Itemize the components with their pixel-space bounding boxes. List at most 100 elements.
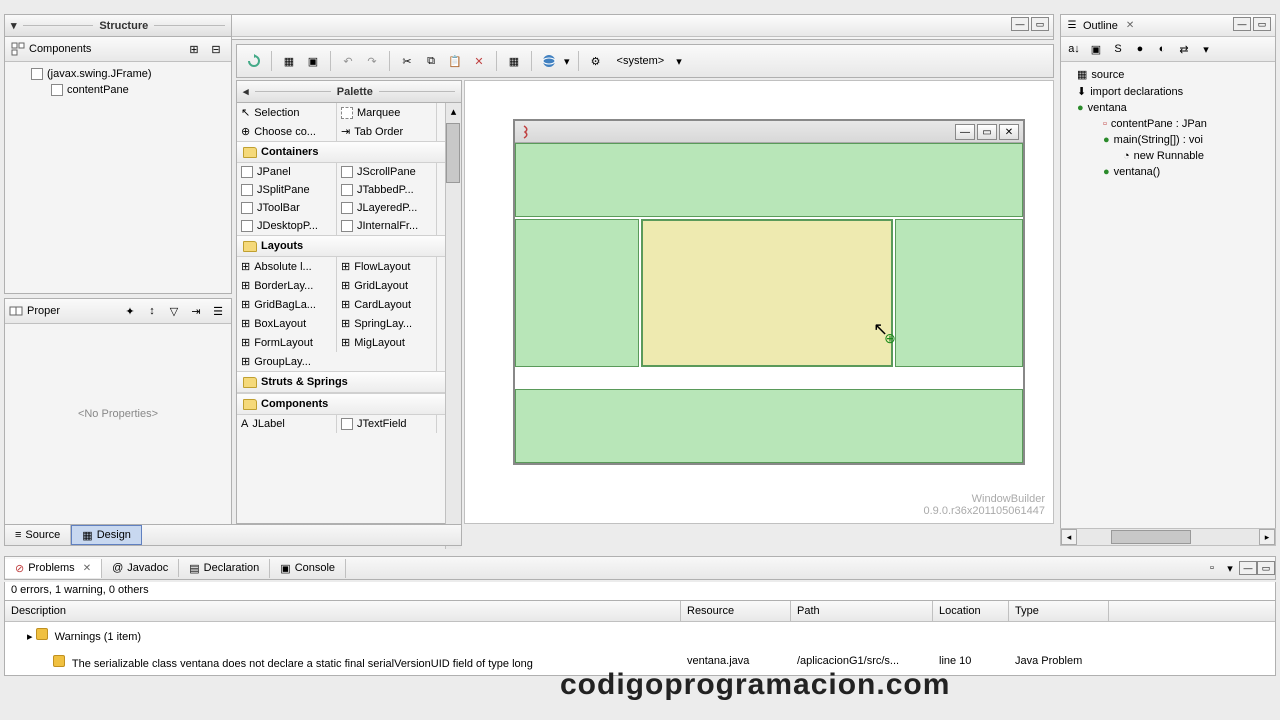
region-north[interactable]	[515, 143, 1023, 217]
tree-item-contentpane[interactable]: contentPane	[11, 82, 225, 98]
region-south[interactable]	[515, 389, 1023, 463]
copy-icon[interactable]: ⧉	[422, 52, 440, 70]
outline-item-runnable[interactable]: ◔new Runnable	[1065, 148, 1271, 164]
maximize-icon[interactable]: ▭	[1253, 17, 1271, 31]
outline-local-icon[interactable]: ◐	[1153, 40, 1171, 58]
minimize-icon[interactable]: —	[1239, 561, 1257, 575]
prop-menu-icon[interactable]: ☰	[209, 302, 227, 320]
dropdown-arrow-icon[interactable]: ▾	[564, 55, 570, 68]
tab-declaration[interactable]: ▤ Declaration	[179, 559, 270, 578]
palette-group-layouts[interactable]: Layouts	[237, 235, 461, 257]
palette-arrow-icon[interactable]: ◂	[243, 85, 249, 98]
tab-console[interactable]: ▣ Console	[270, 559, 346, 578]
palette-cardlayout[interactable]: ⊞CardLayout	[337, 295, 437, 314]
palette-jsplitpane[interactable]: JSplitPane	[237, 181, 337, 199]
outline-menu-icon[interactable]: ▾	[1197, 40, 1215, 58]
design-close-button[interactable]: ✕	[999, 124, 1019, 140]
palette-jtoolbar[interactable]: JToolBar	[237, 199, 337, 217]
expand-icon[interactable]: ▸	[27, 631, 33, 643]
collapse-icon[interactable]: ▾	[11, 19, 17, 32]
outline-item-contentpane[interactable]: ▫contentPane : JPan	[1065, 116, 1271, 132]
region-center[interactable]: ↖	[641, 219, 893, 367]
prop-sort-icon[interactable]: ↕	[143, 302, 161, 320]
redo-icon[interactable]: ↷	[363, 52, 381, 70]
design-content-pane[interactable]: ↖	[515, 143, 1023, 463]
col-description[interactable]: Description	[5, 601, 681, 621]
palette-grouplayout[interactable]: ⊞GroupLay...	[237, 352, 437, 371]
scroll-thumb[interactable]	[1111, 530, 1191, 544]
palette-jlabel[interactable]: AJLabel	[237, 415, 337, 433]
palette-group-containers[interactable]: Containers	[237, 141, 461, 163]
maximize-icon[interactable]: ▭	[1257, 561, 1275, 575]
palette-springlayout[interactable]: ⊞SpringLay...	[337, 314, 437, 333]
palette-jlayeredpane[interactable]: JLayeredP...	[337, 199, 437, 217]
outline-fields-icon[interactable]: ▣	[1087, 40, 1105, 58]
design-canvas[interactable]: Center — ▭ ✕ ↖ WindowBuilder	[464, 80, 1054, 524]
palette-jdesktoppane[interactable]: JDesktopP...	[237, 217, 337, 235]
palette-gridbaglayout[interactable]: ⊞GridBagLa...	[237, 295, 337, 314]
palette-group-struts[interactable]: Struts & Springs	[237, 371, 461, 393]
design-minimize-button[interactable]: —	[955, 124, 975, 140]
palette-choose[interactable]: ⊕Choose co...	[237, 122, 337, 141]
warnings-group-row[interactable]: ▸ Warnings (1 item)	[5, 622, 1275, 649]
outline-public-icon[interactable]: ●	[1131, 40, 1149, 58]
palette-jinternalframe[interactable]: JInternalFr...	[337, 217, 437, 235]
close-icon[interactable]: ✕	[83, 563, 91, 574]
outline-sort-icon[interactable]: a↓	[1065, 40, 1083, 58]
design-maximize-button[interactable]: ▭	[977, 124, 997, 140]
outline-item-imports[interactable]: ⬇import declarations	[1065, 83, 1271, 100]
palette-jtabbedpane[interactable]: JTabbedP...	[337, 181, 437, 199]
col-path[interactable]: Path	[791, 601, 933, 621]
scroll-up-icon[interactable]: ▴	[446, 103, 461, 119]
palette-tab-order[interactable]: ⇥Tab Order	[337, 122, 437, 141]
close-icon[interactable]: ✕	[1126, 20, 1134, 31]
refresh-icon[interactable]	[245, 52, 263, 70]
outline-hscrollbar[interactable]: ◂ ▸	[1060, 528, 1276, 546]
col-resource[interactable]: Resource	[681, 601, 791, 621]
scroll-thumb[interactable]	[446, 123, 460, 183]
expand-all-icon[interactable]: ⊞	[185, 40, 203, 58]
region-east[interactable]	[895, 219, 1023, 367]
palette-miglayout[interactable]: ⊞MigLayout	[337, 333, 437, 352]
outline-static-icon[interactable]: S	[1109, 40, 1127, 58]
dropdown-arrow-icon[interactable]: ▾	[676, 55, 682, 68]
outline-item-main[interactable]: ●main(String[]) : voi	[1065, 132, 1271, 148]
col-location[interactable]: Location	[933, 601, 1009, 621]
col-type[interactable]: Type	[1009, 601, 1109, 621]
palette-boxlayout[interactable]: ⊞BoxLayout	[237, 314, 337, 333]
tree-item-jframe[interactable]: (javax.swing.JFrame)	[11, 66, 225, 82]
test-icon[interactable]: ▦	[280, 52, 298, 70]
collapse-all-icon[interactable]: ⊟	[207, 40, 225, 58]
region-west[interactable]	[515, 219, 639, 367]
design-jframe[interactable]: — ▭ ✕ ↖	[513, 119, 1025, 465]
view-menu-icon[interactable]: ▫	[1203, 559, 1221, 577]
parse-icon[interactable]: ▦	[505, 52, 523, 70]
maximize-icon[interactable]: ▭	[1031, 17, 1049, 31]
delete-icon[interactable]: ✕	[470, 52, 488, 70]
prop-goto-icon[interactable]: ⇥	[187, 302, 205, 320]
scroll-right-icon[interactable]: ▸	[1259, 529, 1275, 545]
dropdown-icon[interactable]: ▾	[1221, 559, 1239, 577]
outline-link-icon[interactable]: ⇄	[1175, 40, 1193, 58]
palette-gridlayout[interactable]: ⊞GridLayout	[337, 276, 437, 295]
paste-icon[interactable]: 📋	[446, 52, 464, 70]
palette-jpanel[interactable]: JPanel	[237, 163, 337, 181]
system-dropdown[interactable]: <system>	[611, 55, 671, 67]
palette-jtextfield[interactable]: JTextField	[337, 415, 437, 433]
palette-formlayout[interactable]: ⊞FormLayout	[237, 333, 337, 352]
palette-scrollbar[interactable]: ▴ ▾	[445, 103, 461, 549]
palette-group-components[interactable]: Components	[237, 393, 461, 415]
minimize-icon[interactable]: —	[1011, 17, 1029, 31]
preview-icon[interactable]: ▣	[304, 52, 322, 70]
palette-borderlayout[interactable]: ⊞BorderLay...	[237, 276, 337, 295]
tab-design[interactable]: ▦ Design	[71, 525, 142, 545]
palette-marquee[interactable]: Marquee	[337, 103, 437, 122]
outline-item-constructor[interactable]: ●ventana()	[1065, 164, 1271, 180]
tab-problems[interactable]: ⊘ Problems ✕	[5, 559, 102, 578]
minimize-icon[interactable]: —	[1233, 17, 1251, 31]
tab-source[interactable]: ≡ Source	[5, 525, 71, 545]
palette-absolute[interactable]: ⊞Absolute l...	[237, 257, 337, 276]
outline-item-source[interactable]: ▦source	[1065, 66, 1271, 83]
internationalize-icon[interactable]	[540, 52, 558, 70]
scroll-left-icon[interactable]: ◂	[1061, 529, 1077, 545]
